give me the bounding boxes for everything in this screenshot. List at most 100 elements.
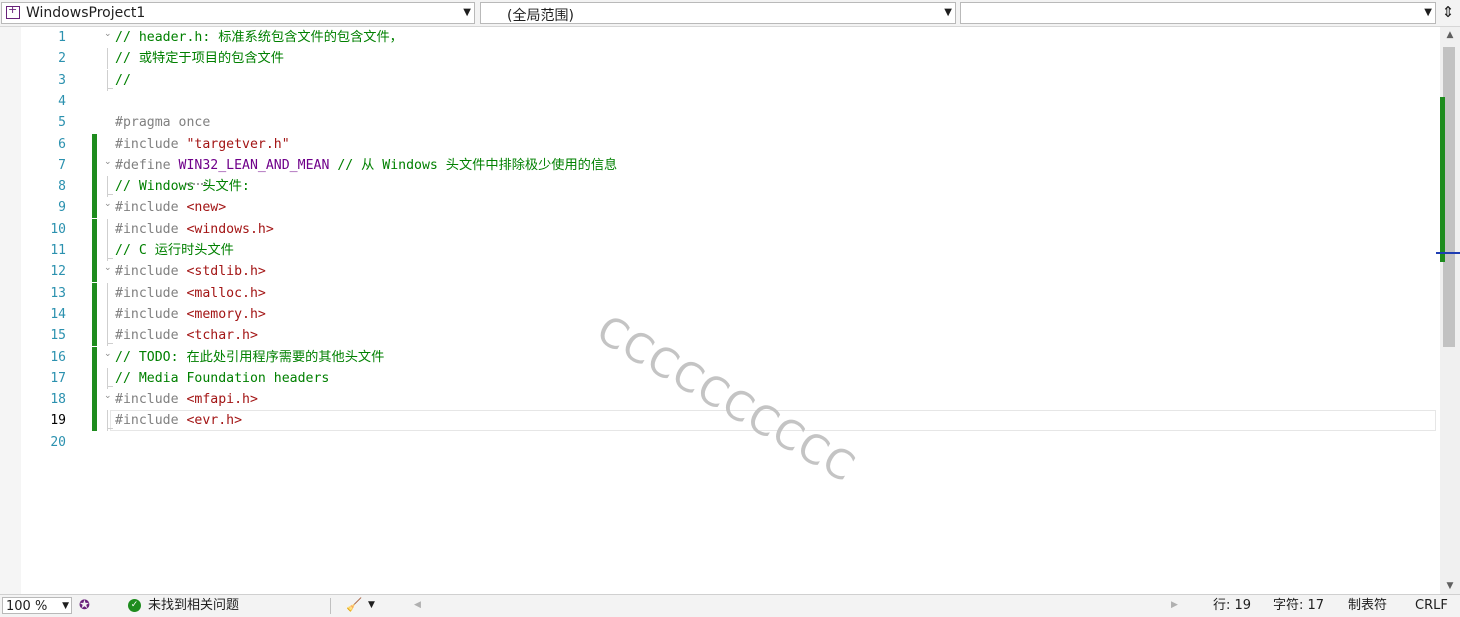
code-line[interactable]: 10 #include <windows.h>: [0, 218, 1436, 240]
code-text[interactable]: // Media Foundation headers: [115, 368, 329, 389]
fold-toggle-icon[interactable]: ⌄: [104, 349, 112, 359]
code-line[interactable]: 8 // Windows 头文件:: [0, 176, 1436, 198]
code-text[interactable]: #include "targetver.h": [115, 134, 290, 155]
code-token-pre: #include: [115, 264, 187, 280]
scrollbar-change-marker: [1440, 97, 1445, 262]
line-number: 15: [50, 328, 66, 344]
line-ending-indicator[interactable]: CRLF: [1415, 597, 1448, 614]
indent-indicator[interactable]: 制表符: [1348, 597, 1387, 614]
project-icon: [6, 3, 20, 19]
code-text[interactable]: //: [115, 70, 131, 91]
code-line[interactable]: 3 //: [0, 69, 1436, 91]
scroll-up-icon[interactable]: ▲: [1440, 27, 1460, 43]
code-text[interactable]: #define WIN32_LEAN_AND_MEAN // 从 Windows…: [115, 155, 617, 176]
scrollbar-caret-marker: [1436, 252, 1460, 254]
fold-toggle-icon[interactable]: ⌄: [104, 391, 112, 401]
scroll-down-icon[interactable]: ▼: [1440, 578, 1460, 594]
scroll-right-icon[interactable]: ▶: [1171, 597, 1178, 614]
code-line[interactable]: 2 // 或特定于项目的包含文件: [0, 48, 1436, 70]
code-token-comment: // Windows 头文件:: [115, 179, 250, 195]
code-token-pre: #include: [115, 413, 187, 429]
line-number: 12: [50, 264, 66, 280]
code-token-comment: // 或特定于项目的包含文件: [115, 51, 284, 67]
code-token-str: "targetver.h": [186, 136, 290, 152]
fold-toggle-icon[interactable]: ⌄: [104, 29, 112, 39]
code-editor[interactable]: 1 ⌄// header.h: 标准系统包含文件的包含文件， 2// 或特定于项目的…: [0, 27, 1440, 594]
code-token-comment: // Media Foundation headers: [115, 370, 330, 386]
code-line[interactable]: 13 #include <malloc.h>: [0, 282, 1436, 304]
fold-guide: [107, 218, 108, 240]
fold-guide: [107, 240, 113, 261]
navigation-bar: WindowsProject1 ▼ (全局范围) ▼ ▼ ⇕: [0, 0, 1460, 27]
char-indicator[interactable]: 字符: 17: [1273, 597, 1324, 614]
code-line[interactable]: 9 ⌄ #include <new>: [0, 197, 1436, 219]
broom-icon[interactable]: 🧹: [346, 597, 362, 614]
code-text[interactable]: // header.h: 标准系统包含文件的包含文件，: [115, 27, 403, 48]
fold-toggle-icon[interactable]: ⌄: [104, 263, 112, 273]
code-text[interactable]: #include <memory.h>: [115, 304, 266, 325]
change-marker: [92, 154, 97, 176]
code-token-comment: // TODO: 在此处引用程序需要的其他头文件: [115, 349, 385, 365]
code-line[interactable]: 16 ⌄// TODO: 在此处引用程序需要的其他头文件: [0, 346, 1436, 368]
scope-dropdown[interactable]: (全局范围) ▼: [480, 2, 956, 24]
code-line[interactable]: 6 #include "targetver.h": [0, 133, 1436, 155]
project-dropdown[interactable]: WindowsProject1 ▼: [1, 2, 475, 24]
code-token-str: <memory.h>: [186, 306, 266, 322]
line-number: 19: [50, 413, 66, 429]
code-line[interactable]: 11 // C 运行时头文件: [0, 240, 1436, 261]
code-line[interactable]: 7 ⌄ #define WIN32_LEAN_AND_MEAN // 从 Windo…: [0, 154, 1436, 176]
fold-guide: [107, 303, 108, 325]
code-text[interactable]: #include <new>: [115, 197, 226, 218]
check-circle-icon[interactable]: ✓: [128, 599, 141, 612]
line-number: 5: [58, 115, 66, 131]
code-text[interactable]: #include <stdlib.h>: [115, 261, 266, 282]
line-number: 1: [58, 30, 66, 45]
zoom-dropdown[interactable]: 100 % ▼: [2, 597, 72, 614]
issues-status[interactable]: 未找到相关问题: [148, 597, 239, 614]
code-token-pre: #include: [115, 200, 187, 216]
code-text[interactable]: // C 运行时头文件: [115, 240, 234, 261]
code-line[interactable]: 12 ⌄ #include <stdlib.h>: [0, 261, 1436, 283]
fold-guide: [107, 69, 113, 91]
code-text[interactable]: #pragma once: [115, 112, 210, 133]
split-window-icon[interactable]: ⇕: [1438, 3, 1458, 23]
code-text[interactable]: #include <tchar.h>: [115, 325, 258, 346]
change-marker: [92, 410, 97, 432]
code-token-pre: #include: [115, 306, 187, 322]
line-indicator[interactable]: 行: 19: [1213, 597, 1251, 614]
code-text[interactable]: // Windows 头文件:: [115, 176, 250, 197]
chevron-down-icon: ▼: [944, 7, 952, 18]
code-token-str: <malloc.h>: [186, 285, 266, 301]
line-number: 8: [58, 179, 66, 195]
copilot-icon[interactable]: ✪: [79, 597, 90, 614]
code-text[interactable]: #include <mfapi.h>: [115, 389, 258, 410]
code-line[interactable]: 14 #include <memory.h>: [0, 303, 1436, 325]
member-dropdown[interactable]: ▼: [960, 2, 1436, 24]
code-text[interactable]: #include <windows.h>: [115, 219, 274, 240]
code-token-pre: #include: [115, 392, 187, 408]
code-token-comment: // C 运行时头文件: [115, 243, 234, 258]
chevron-down-icon: ▼: [1424, 7, 1432, 18]
line-number: 9: [58, 200, 66, 216]
code-token-str: <evr.h>: [186, 413, 243, 429]
code-line[interactable]: 1 ⌄// header.h: 标准系统包含文件的包含文件，: [0, 27, 1436, 48]
fold-toggle-icon[interactable]: ⌄: [104, 157, 112, 167]
code-text[interactable]: // TODO: 在此处引用程序需要的其他头文件: [115, 347, 384, 368]
status-separator: [330, 598, 331, 614]
code-text[interactable]: #include <evr.h>: [115, 410, 242, 431]
vertical-scrollbar[interactable]: ▲ ▼: [1436, 27, 1460, 594]
chevron-down-icon[interactable]: ▼: [368, 597, 375, 614]
change-marker: [92, 282, 97, 304]
code-line[interactable]: 5 #pragma once: [0, 112, 1436, 133]
line-number: 13: [50, 285, 66, 301]
line-number: 16: [50, 349, 66, 365]
code-line[interactable]: 15 #include <tchar.h>: [0, 325, 1436, 347]
code-text[interactable]: // 或特定于项目的包含文件: [115, 48, 284, 69]
code-token-str: <stdlib.h>: [186, 264, 266, 280]
code-line[interactable]: 4: [0, 91, 1436, 112]
fold-toggle-icon[interactable]: ⌄: [104, 199, 112, 209]
code-line[interactable]: 20: [0, 432, 1436, 453]
scroll-left-icon[interactable]: ◀: [414, 597, 421, 614]
code-text[interactable]: #include <malloc.h>: [115, 283, 266, 304]
project-name: WindowsProject1: [26, 5, 146, 21]
